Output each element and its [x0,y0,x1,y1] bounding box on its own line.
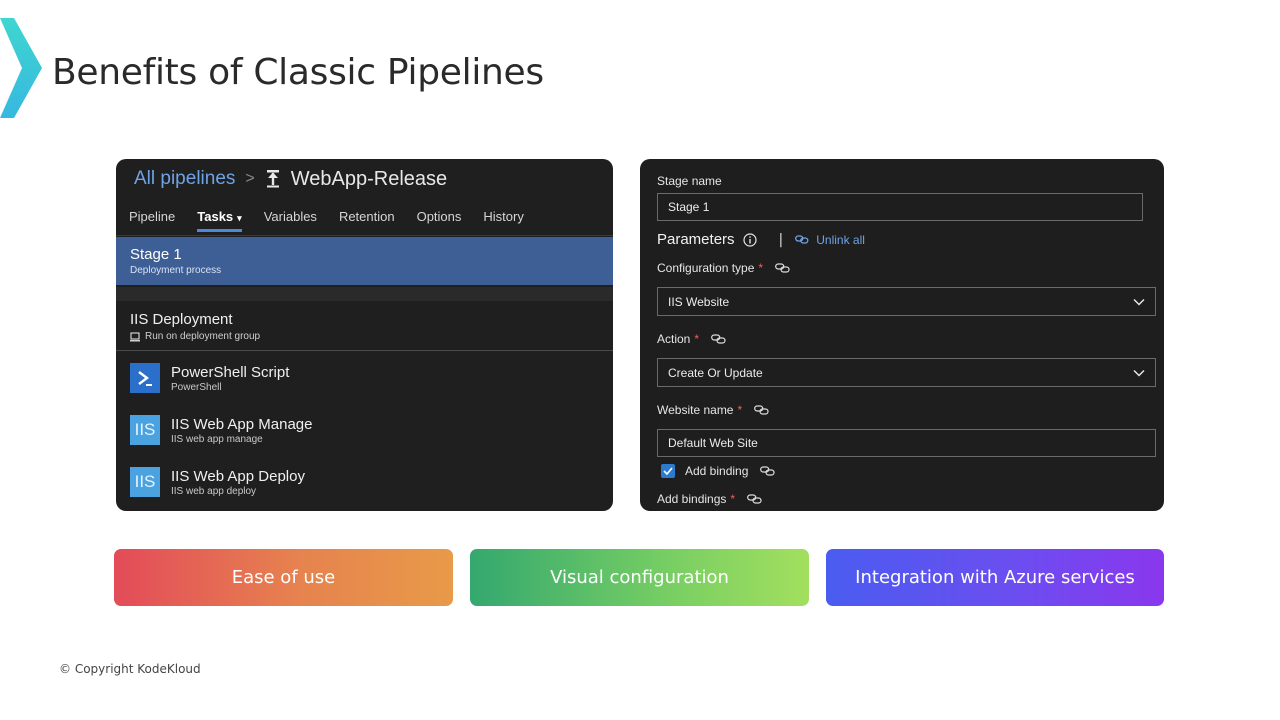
link-icon[interactable] [754,405,769,415]
website-name-label-text: Website name [657,403,734,417]
info-icon[interactable] [742,232,757,247]
pipeline-release-icon [266,170,279,188]
action-label-text: Action [657,332,691,346]
deployment-group-icon [130,331,140,341]
action-value: Create Or Update [668,365,763,380]
stage-subtitle: Deployment process [130,265,222,276]
action-label: Action * [657,332,726,346]
breadcrumb-all-pipelines-link[interactable]: All pipelines [134,168,235,190]
stage-divider [116,287,613,301]
task-text: PowerShell Script PowerShell [171,364,289,393]
job-item-iis-deployment[interactable]: IIS Deployment Run on deployment group [116,303,613,351]
stage-name-value: Stage 1 [668,200,710,214]
task-subtitle: IIS web app manage [171,433,263,445]
task-parameters-panel: Stage name Stage 1 Parameters | Unlink a… [640,159,1164,511]
job-subtitle: Run on deployment group [130,331,599,342]
task-subtitle: IIS web app deploy [171,485,257,497]
checkmark-icon [663,467,673,475]
kodekloud-logo-icon [0,18,42,118]
tab-tasks[interactable]: Tasks ▾ [197,205,243,232]
separator: | [778,231,784,248]
iis-icon: IIS [130,415,160,445]
pipeline-name: WebApp-Release [290,167,448,190]
configuration-type-label: Configuration type * [657,261,790,275]
job-title: IIS Deployment [130,311,233,328]
required-mark: * [694,332,700,346]
task-item-powershell[interactable]: PowerShell Script PowerShell [130,358,613,398]
add-binding-label: Add binding [685,464,749,478]
task-item-iis-web-app-deploy[interactable]: IIS IIS Web App Deploy IIS web app deplo… [130,462,613,502]
slide-title: Benefits of Classic Pipelines [52,52,544,93]
tab-tasks-label: Tasks [197,209,234,224]
tab-history[interactable]: History [483,205,523,232]
breadcrumb-separator: > [245,170,255,187]
link-icon[interactable] [711,334,726,344]
task-text: IIS Web App Deploy IIS web app deploy [171,468,305,497]
configuration-type-label-text: Configuration type [657,261,755,275]
add-binding-checkbox[interactable] [661,464,675,478]
stage-name-input[interactable]: Stage 1 [657,193,1143,221]
task-text: IIS Web App Manage IIS web app manage [171,416,312,445]
add-bindings-label: Add bindings * [657,492,762,506]
benefit-visual-configuration: Visual configuration [470,549,809,606]
required-mark: * [737,403,743,417]
task-name: PowerShell Script [171,363,290,381]
tabs-divider [116,235,613,236]
link-icon[interactable] [760,466,775,476]
tab-variables[interactable]: Variables [264,205,317,232]
configuration-type-value: IIS Website [668,294,730,309]
unlink-all-button[interactable]: Unlink all [795,233,865,247]
configuration-type-select[interactable]: IIS Website [657,287,1156,316]
pipeline-tabs: Pipeline Tasks ▾ Variables Retention Opti… [129,205,546,232]
stage-name-label-text: Stage name [657,174,722,188]
website-name-input[interactable]: Default Web Site [657,429,1156,457]
parameters-title: Parameters [657,231,735,248]
chevron-down-icon [1133,298,1145,306]
stage-item[interactable]: Stage 1 Deployment process [116,237,613,285]
task-name: IIS Web App Deploy [171,467,305,485]
powershell-icon [130,363,160,393]
required-mark: * [730,492,736,506]
benefit-azure-integration: Integration with Azure services [826,549,1164,606]
add-bindings-label-text: Add bindings [657,492,727,506]
add-binding-row: Add binding [661,464,775,478]
link-icon[interactable] [747,494,762,504]
task-subtitle: PowerShell [171,381,222,393]
task-name: IIS Web App Manage [171,415,313,433]
benefit-ease-of-use: Ease of use [114,549,453,606]
stage-name-label: Stage name [657,174,722,188]
stage-title: Stage 1 [130,246,182,263]
job-subtitle-text: Run on deployment group [145,331,261,342]
parameters-header: Parameters | Unlink all [657,231,865,248]
copyright-notice: © Copyright KodeKloud [59,662,201,676]
pipeline-tasks-panel: All pipelines > WebApp-Release Pipeline … [116,159,613,511]
iis-icon: IIS [130,467,160,497]
link-icon[interactable] [775,263,790,273]
chevron-down-icon [1133,369,1145,377]
tab-options[interactable]: Options [417,205,462,232]
unlink-icon [795,235,809,244]
breadcrumb: All pipelines > WebApp-Release [134,163,447,195]
unlink-all-label: Unlink all [816,232,865,247]
website-name-value: Default Web Site [668,436,758,450]
required-mark: * [758,261,764,275]
chevron-down-icon: ▾ [237,213,242,223]
website-name-label: Website name * [657,403,769,417]
tab-retention[interactable]: Retention [339,205,395,232]
action-select[interactable]: Create Or Update [657,358,1156,387]
tab-pipeline[interactable]: Pipeline [129,205,175,232]
task-item-iis-web-app-manage[interactable]: IIS IIS Web App Manage IIS web app manag… [130,410,613,450]
